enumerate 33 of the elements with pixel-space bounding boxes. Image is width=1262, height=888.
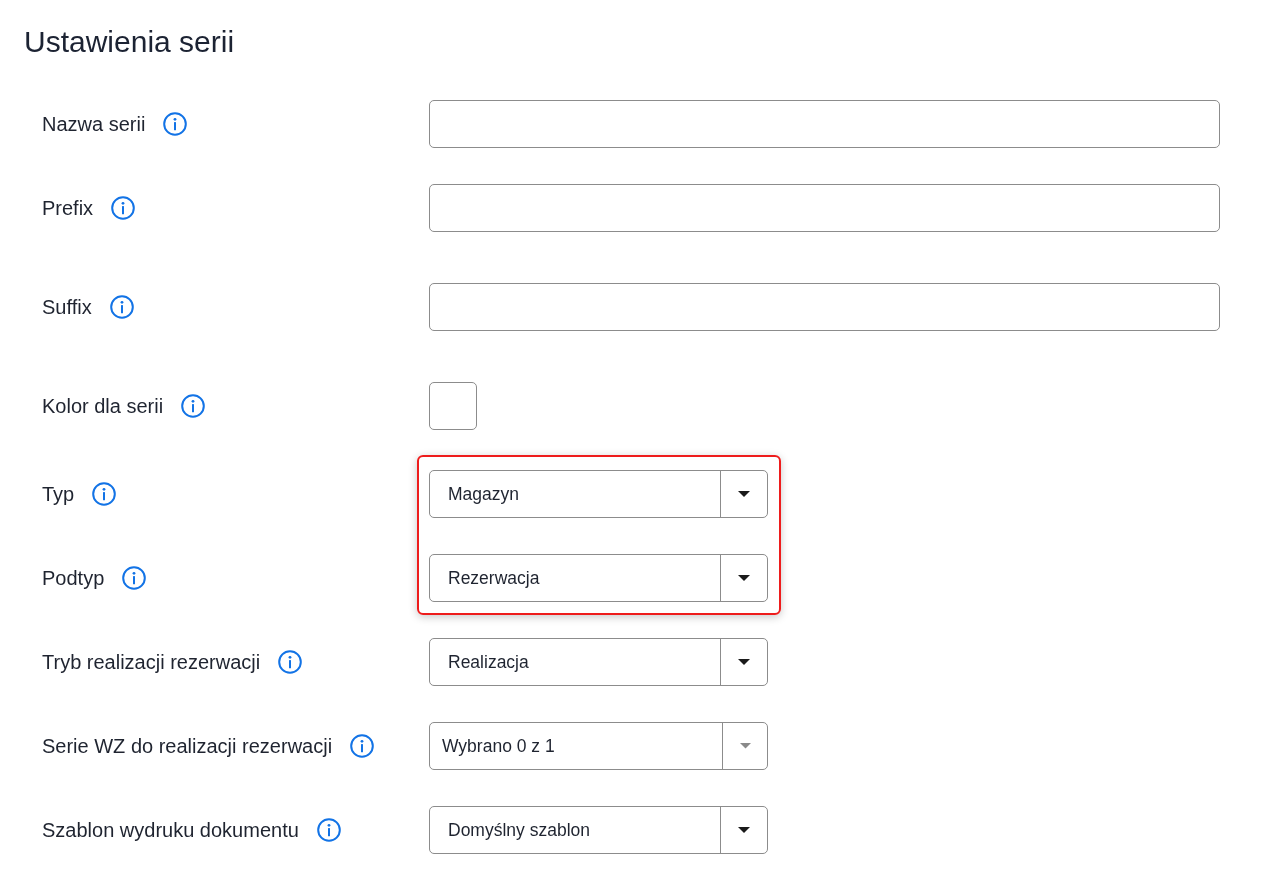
- caret-icon: [739, 743, 751, 749]
- info-icon[interactable]: [316, 818, 341, 842]
- field-label: Suffix: [42, 295, 92, 319]
- field-label: Tryb realizacji rezerwacji: [42, 650, 261, 674]
- info-icon[interactable]: [163, 112, 188, 136]
- info-icon[interactable]: [350, 734, 375, 758]
- field-label: Kolor dla serii: [42, 394, 164, 418]
- info-icon[interactable]: [111, 196, 136, 220]
- info-icon[interactable]: [92, 482, 117, 506]
- caret-icon: [738, 827, 750, 833]
- caret-icon: [738, 659, 750, 665]
- field-label: Typ: [42, 482, 75, 506]
- text-input[interactable]: [429, 100, 1220, 148]
- caret-icon: [738, 575, 750, 581]
- field-label: Podtyp: [42, 566, 105, 590]
- field-label: Serie WZ do realizacji rezerwacji: [42, 734, 333, 758]
- info-icon[interactable]: [181, 394, 206, 418]
- page-title: Ustawienia serii: [24, 24, 235, 60]
- caret-icon: [738, 491, 750, 497]
- text-input[interactable]: [429, 283, 1220, 331]
- field-label: Szablon wydruku dokumentu: [42, 818, 299, 842]
- field-label: Prefix: [42, 196, 94, 220]
- dropdown-select[interactable]: Realizacja: [429, 638, 768, 686]
- dropdown-select[interactable]: Domyślny szablon: [429, 806, 768, 854]
- dropdown-select[interactable]: Wybrano 0 z 1: [429, 722, 768, 770]
- text-input[interactable]: [429, 184, 1220, 232]
- info-icon[interactable]: [278, 650, 303, 674]
- field-label: Nazwa serii: [42, 112, 146, 136]
- color-picker[interactable]: [429, 382, 477, 430]
- info-icon[interactable]: [122, 566, 147, 590]
- dropdown-select[interactable]: Rezerwacja: [429, 554, 768, 602]
- info-icon[interactable]: [109, 295, 134, 319]
- dropdown-select[interactable]: Magazyn: [429, 470, 768, 518]
